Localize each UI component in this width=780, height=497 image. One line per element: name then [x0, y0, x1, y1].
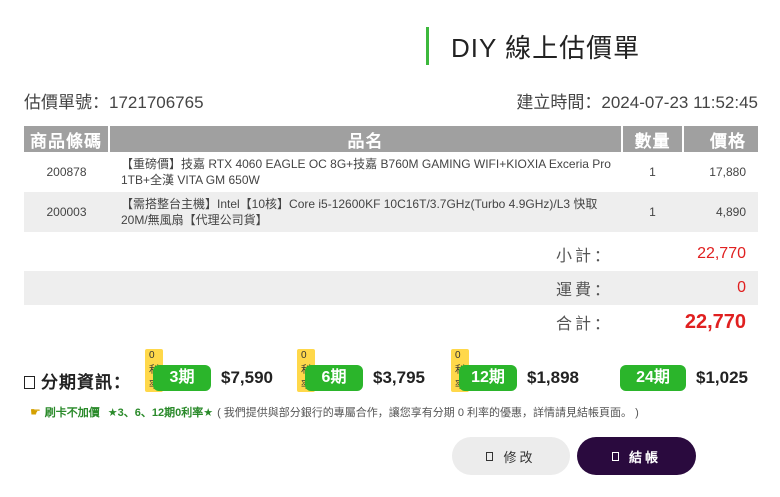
- promo-text: ( 我們提供與部分銀行的專屬合作，讓您享有分期 0 利率的優惠，詳情請見結帳頁面…: [217, 407, 639, 419]
- quote-number: 估價單號：1721706765: [24, 88, 204, 113]
- column-header-code: 商品條碼: [24, 126, 110, 152]
- total-label: 合計：: [556, 316, 614, 333]
- table-row: 200003 【需搭整台主機】Intel【10核】Core i5-12600KF…: [24, 192, 758, 232]
- plan-period: 6期: [305, 365, 363, 391]
- item-qty: 1: [622, 152, 683, 192]
- column-header-name: 品名: [109, 126, 623, 152]
- edit-icon: [486, 451, 494, 461]
- quote-number-value: 1721706765: [109, 93, 204, 112]
- item-price: 17,880: [683, 152, 758, 192]
- item-code: 200003: [24, 192, 109, 232]
- installment-label-text: 分期資訊：: [41, 373, 131, 392]
- page-title: DIY 線上估價單: [451, 32, 641, 63]
- created-time: 建立時間：2024-07-23 11:52:45: [516, 88, 758, 113]
- plan-period: 3期: [153, 365, 211, 391]
- item-price: 4,890: [683, 192, 758, 232]
- plan-period: 12期: [459, 365, 517, 391]
- created-time-value: 2024-07-23 11:52:45: [601, 93, 758, 112]
- page-header: DIY 線上估價單: [426, 27, 640, 65]
- subtotal-value: 22,770: [697, 245, 746, 262]
- shipping-label: 運費：: [556, 282, 614, 299]
- item-code: 200878: [24, 152, 109, 192]
- subtotal-row: 小計： 22,770: [24, 237, 758, 271]
- checkout-icon: [611, 451, 619, 461]
- items-table: 商品條碼 品名 數量 價格 200878 【重磅價】技嘉 RTX 4060 EA…: [24, 126, 758, 232]
- column-header-price: 價格: [683, 126, 758, 152]
- title-accent-bar: [426, 27, 429, 65]
- checkout-button[interactable]: 結帳: [577, 437, 696, 475]
- total-row: 合計： 22,770: [24, 305, 758, 339]
- promo-note: ☛ 刷卡不加價 ★3、6、12期0利率★ ( 我們提供與部分銀行的專屬合作，讓您…: [30, 404, 639, 420]
- edit-button-label: 修改: [503, 449, 536, 465]
- table-row: 200878 【重磅價】技嘉 RTX 4060 EAGLE OC 8G+技嘉 B…: [24, 152, 758, 192]
- item-qty: 1: [622, 192, 683, 232]
- total-value: 22,770: [684, 310, 746, 333]
- card-icon: [24, 376, 35, 389]
- plan-amount: $1,025: [696, 368, 748, 387]
- plan-amount: $3,795: [373, 368, 425, 387]
- item-name: 【需搭整台主機】Intel【10核】Core i5-12600KF 10C16T…: [109, 192, 622, 232]
- plan-amount: $1,898: [527, 368, 579, 387]
- promo-highlight: ★3、6、12期0利率★: [107, 407, 214, 419]
- item-name: 【重磅價】技嘉 RTX 4060 EAGLE OC 8G+技嘉 B760M GA…: [109, 152, 622, 192]
- quote-number-label: 估價單號：: [24, 93, 109, 112]
- plan-period: 24期: [620, 365, 686, 391]
- plan-amount: $7,590: [221, 368, 273, 387]
- edit-button[interactable]: 修改: [452, 437, 570, 475]
- installment-section: 分期資訊： 0利率 3期 $7,590 0利率 6期 $3,795 0利率 12…: [24, 349, 764, 396]
- column-header-qty: 數量: [622, 126, 684, 152]
- shipping-row: 運費： 0: [24, 271, 758, 305]
- checkout-button-label: 結帳: [628, 449, 661, 465]
- installment-label: 分期資訊：: [24, 368, 131, 393]
- shipping-value: 0: [737, 279, 746, 296]
- subtotal-label: 小計：: [556, 248, 614, 265]
- pointing-hand-icon: ☛: [30, 405, 41, 419]
- table-header-row: 商品條碼 品名 數量 價格: [24, 126, 758, 152]
- promo-tag: 刷卡不加價: [44, 407, 100, 419]
- created-time-label: 建立時間：: [516, 93, 602, 112]
